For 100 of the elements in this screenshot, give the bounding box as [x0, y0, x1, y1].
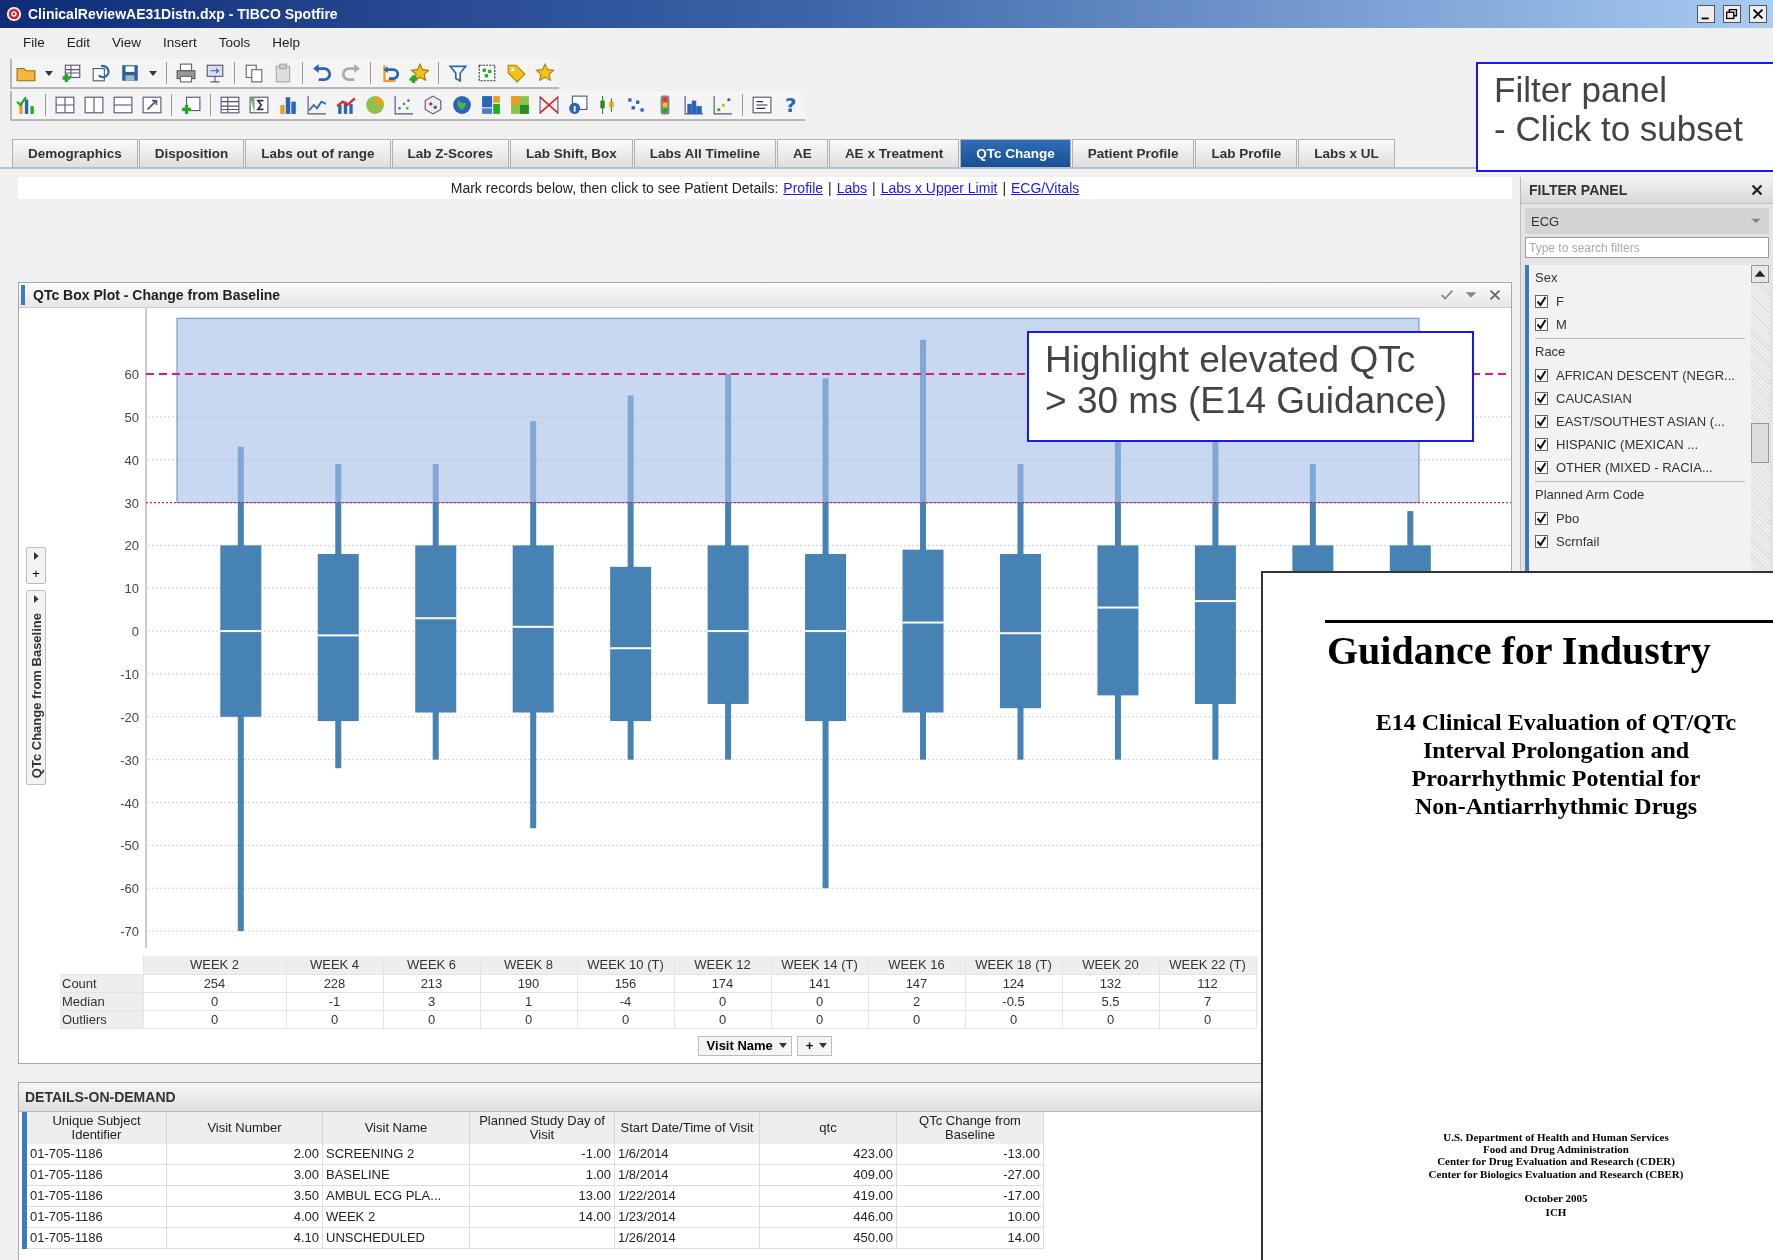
tab[interactable]: AE	[777, 139, 828, 167]
tab[interactable]: Patient Profile	[1071, 139, 1195, 167]
bar-chart-check-icon[interactable]	[16, 95, 36, 115]
checkbox[interactable]	[1535, 318, 1548, 331]
tick-label: 50	[124, 409, 139, 425]
combination-chart-icon[interactable]	[336, 95, 356, 115]
scrollbar[interactable]	[1751, 265, 1769, 571]
add-axis-button[interactable]: +	[32, 566, 40, 581]
bar-chart-icon[interactable]	[278, 95, 298, 115]
tab[interactable]: Lab Z-Scores	[391, 139, 510, 167]
tab[interactable]: AE x Treatment	[828, 139, 960, 167]
add-table-icon[interactable]	[62, 63, 82, 83]
help-button[interactable]: ?	[781, 93, 801, 117]
table-cell: 14.00	[578, 1209, 611, 1224]
add-selector[interactable]: +	[796, 1035, 833, 1056]
crossed-lines-icon[interactable]	[539, 95, 559, 115]
scroll-up-button[interactable]	[1751, 265, 1769, 283]
star-icon[interactable]	[535, 63, 555, 83]
tab[interactable]: Labs x UL	[1298, 139, 1395, 167]
link[interactable]: Labs	[836, 180, 868, 196]
globe-icon[interactable]	[452, 95, 472, 115]
checkbox[interactable]	[1535, 295, 1548, 308]
add-page-icon[interactable]	[181, 95, 201, 115]
candlestick-icon[interactable]	[597, 95, 617, 115]
tick-label: 30	[124, 495, 139, 511]
reset-icon[interactable]	[380, 63, 400, 83]
menu-item[interactable]: Insert	[152, 34, 208, 50]
menu-item[interactable]: File	[12, 34, 56, 50]
table-cell: WEEK 2	[326, 1209, 376, 1224]
link[interactable]: Profile	[783, 180, 824, 196]
menu-item[interactable]: Tools	[207, 34, 262, 50]
heat-map-icon[interactable]	[510, 95, 530, 115]
minimize-icon[interactable]	[1697, 5, 1715, 23]
summary-table-icon[interactable]	[249, 95, 269, 115]
star-plus-icon[interactable]	[409, 63, 429, 83]
columns-layout-icon[interactable]	[84, 95, 104, 115]
info-table-icon[interactable]	[568, 95, 588, 115]
checkbox[interactable]	[1535, 392, 1548, 405]
table-cell: AMBUL ECG PLA...	[326, 1188, 442, 1203]
scatter-chart-icon[interactable]	[713, 95, 733, 115]
tab[interactable]: Labs out of range	[245, 139, 391, 167]
grid-layout-icon[interactable]	[55, 95, 75, 115]
column-header: WEEK 8	[503, 957, 554, 973]
tag-icon[interactable]	[506, 63, 526, 83]
export-icon[interactable]	[205, 63, 225, 83]
table-cell: 0	[621, 1011, 630, 1027]
tab[interactable]: Disposition	[138, 139, 245, 167]
link[interactable]: Labs x Upper Limit	[880, 180, 998, 196]
row-header: Outliers	[62, 1011, 107, 1027]
agency-list: U.S. Department of Health and Human Services Food and Drug Administration Center for Drug Evaluation and Research (CDER) Center for Biologics Evaluation and Research (CBER)	[1337, 1130, 1773, 1180]
tab[interactable]: Demographics	[12, 139, 138, 167]
tab[interactable]: Lab Shift, Box	[510, 139, 633, 167]
scatter-plot-icon[interactable]	[394, 95, 414, 115]
menu-item[interactable]: Help	[261, 34, 312, 50]
dot-grid-icon[interactable]	[626, 95, 646, 115]
print-icon[interactable]	[176, 63, 196, 83]
checkbox[interactable]	[1535, 415, 1548, 428]
table-cell: 01-705-1186	[30, 1188, 103, 1203]
table-cell: 174	[711, 975, 734, 991]
table-icon[interactable]	[220, 95, 240, 115]
table-cell: 132	[1099, 975, 1122, 991]
treemap-icon[interactable]	[481, 95, 501, 115]
table-cell: -4	[619, 993, 632, 1009]
checkbox[interactable]	[1535, 512, 1548, 525]
copy-icon[interactable]	[244, 63, 264, 83]
close-icon[interactable]	[1749, 182, 1765, 198]
search-field[interactable]: Type to search filters	[1525, 237, 1769, 258]
histogram-icon[interactable]	[684, 95, 704, 115]
dropdown-caret-icon[interactable]	[45, 70, 53, 76]
maximize-icon[interactable]	[142, 95, 162, 115]
menu-item[interactable]: View	[101, 34, 153, 50]
table-cell: 450.00	[853, 1230, 893, 1245]
undo-icon[interactable]	[312, 63, 332, 83]
check-icon[interactable]	[1439, 287, 1455, 303]
menu-item[interactable]: Edit	[55, 34, 102, 50]
cube-icon[interactable]	[423, 95, 443, 115]
table-cell: 0	[1203, 1011, 1212, 1027]
column-header: WEEK 2	[189, 957, 240, 973]
selection-icon[interactable]	[477, 63, 497, 83]
save-icon[interactable]	[120, 63, 140, 83]
tab[interactable]: QTc Change	[960, 139, 1071, 167]
link[interactable]: ECG/Vitals	[1011, 180, 1080, 196]
tick-label: 40	[124, 452, 139, 468]
checkbox[interactable]	[1535, 535, 1548, 548]
filter-group-dropdown[interactable]: ECG	[1525, 208, 1769, 234]
tab[interactable]: Lab Profile	[1195, 139, 1298, 167]
tab[interactable]: Labs All Timeline	[633, 139, 777, 167]
refresh-icon[interactable]	[91, 63, 111, 83]
close-icon[interactable]	[1749, 5, 1767, 23]
dropdown-caret-icon[interactable]	[149, 70, 157, 76]
rows-layout-icon[interactable]	[113, 95, 133, 115]
checkbox[interactable]	[1535, 438, 1548, 451]
axis-selector[interactable]: Visit Name	[697, 1035, 792, 1056]
scrollbar-thumb[interactable]	[1751, 423, 1769, 463]
line-chart-icon[interactable]	[307, 95, 327, 115]
restore-icon[interactable]	[1723, 5, 1741, 23]
filter-icon[interactable]	[448, 63, 468, 83]
text-area-icon[interactable]	[752, 95, 772, 115]
checkbox[interactable]	[1535, 461, 1548, 474]
checkbox[interactable]	[1535, 369, 1548, 382]
